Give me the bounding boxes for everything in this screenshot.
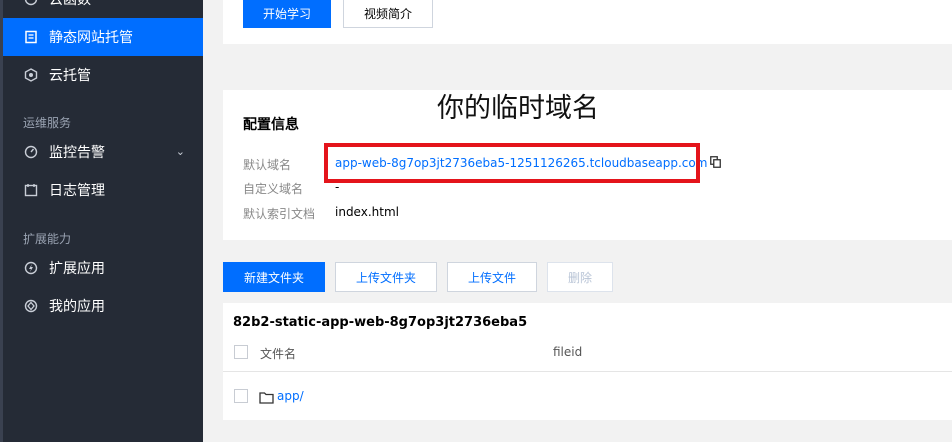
start-learning-button[interactable]: 开始学习 <box>243 0 331 28</box>
upload-folder-button[interactable]: 上传文件夹 <box>335 262 437 292</box>
sidebar-section-ops: 运维服务 <box>23 116 72 130</box>
calendar-icon <box>23 182 39 198</box>
new-folder-button[interactable]: 新建文件夹 <box>223 262 325 292</box>
index-doc-label: 默认索引文档 <box>243 207 316 221</box>
row-checkbox[interactable] <box>234 389 248 403</box>
file-name-link[interactable]: app/ <box>277 389 304 403</box>
upload-file-button[interactable]: 上传文件 <box>447 262 537 292</box>
file-table: 82b2-static-app-web-8g7op3jt2736eba5 文件名… <box>223 303 952 420</box>
sidebar-section-extensions: 扩展能力 <box>23 232 72 246</box>
highlight-box <box>324 143 700 183</box>
cloud-function-icon <box>23 0 39 7</box>
sidebar-item-label: 云函数 <box>49 0 91 8</box>
sidebar-item-cloud-hosting[interactable]: 云托管 <box>3 56 203 94</box>
sidebar-item-static-hosting[interactable]: 静态网站托管 <box>3 18 203 56</box>
sidebar: 云函数 静态网站托管 云托管 运维服务 监控告警 ⌄ 日志管理 扩展能力 扩展应… <box>0 0 203 442</box>
monitor-icon <box>23 144 39 160</box>
default-domain-label: 默认域名 <box>243 158 292 172</box>
my-app-icon <box>23 298 39 314</box>
config-title: 配置信息 <box>243 117 299 133</box>
index-doc-value: index.html <box>335 205 399 219</box>
sidebar-item-logs[interactable]: 日志管理 <box>3 171 203 209</box>
sidebar-item-label: 扩展应用 <box>49 261 105 277</box>
sidebar-item-cloud-function[interactable]: 云函数 <box>3 0 203 18</box>
folder-icon <box>259 389 274 408</box>
temporary-domain-annotation: 你的临时域名 <box>437 93 599 124</box>
hexagon-icon <box>23 67 39 83</box>
video-intro-button[interactable]: 视频简介 <box>343 0 433 28</box>
extension-icon <box>23 260 39 276</box>
sidebar-item-extension-apps[interactable]: 扩展应用 <box>3 249 203 287</box>
copy-icon[interactable] <box>710 156 722 171</box>
sidebar-item-label: 我的应用 <box>49 299 105 315</box>
select-all-checkbox[interactable] <box>234 345 248 359</box>
document-icon <box>23 29 39 45</box>
delete-button[interactable]: 删除 <box>547 262 613 292</box>
custom-domain-label: 自定义域名 <box>243 182 304 196</box>
chevron-down-icon: ⌄ <box>175 145 185 158</box>
sidebar-item-label: 日志管理 <box>49 183 105 199</box>
sidebar-item-label: 云托管 <box>49 68 91 84</box>
column-header-fileid: fileid <box>553 345 583 359</box>
sidebar-item-label: 静态网站托管 <box>49 30 133 46</box>
table-divider <box>223 371 952 372</box>
intro-card: 开始学习 视频简介 <box>223 0 952 44</box>
sidebar-item-my-apps[interactable]: 我的应用 <box>3 287 203 325</box>
bucket-name: 82b2-static-app-web-8g7op3jt2736eba5 <box>233 315 528 330</box>
sidebar-item-label: 监控告警 <box>49 145 105 161</box>
column-header-filename: 文件名 <box>260 347 297 361</box>
sidebar-item-monitor[interactable]: 监控告警 ⌄ <box>3 133 203 171</box>
